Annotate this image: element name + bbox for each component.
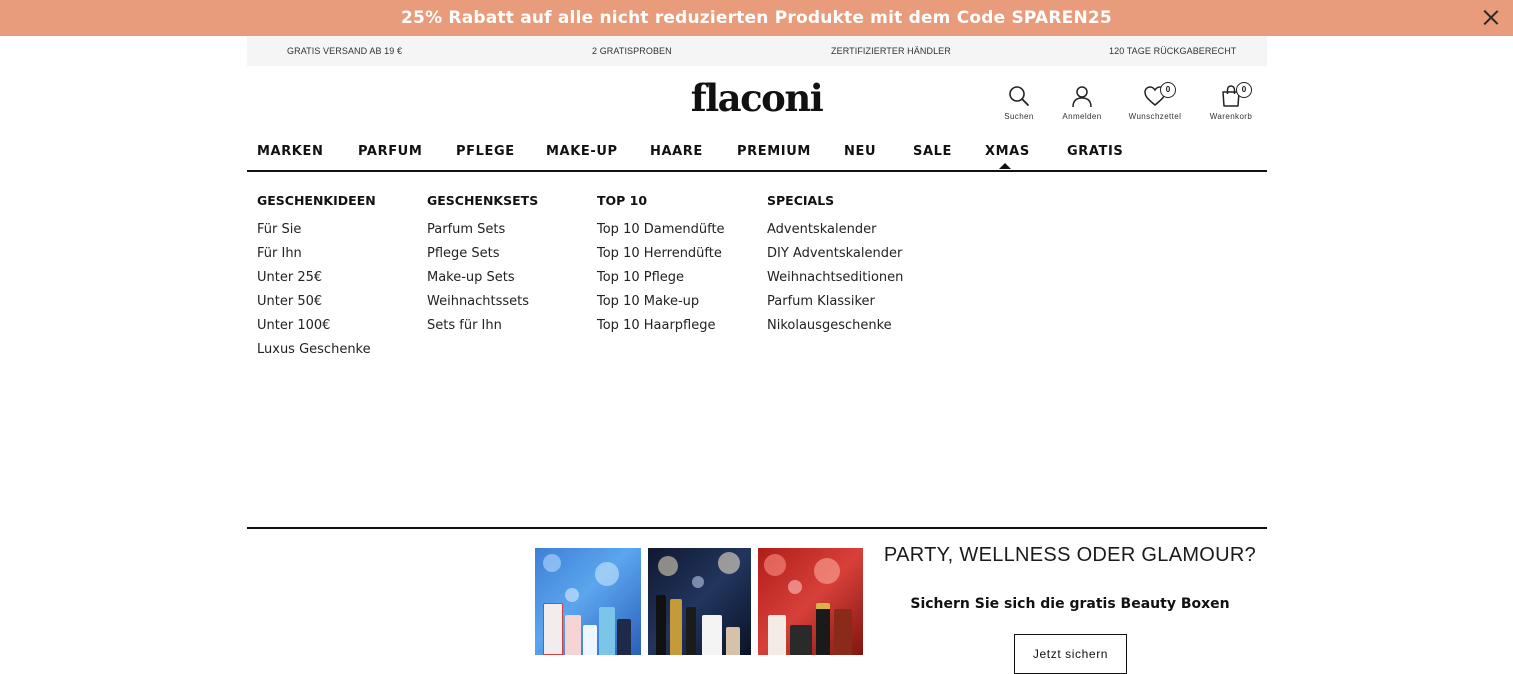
product-box	[834, 609, 852, 655]
product-bottle	[726, 627, 740, 655]
cart-count-badge: 0	[1236, 82, 1252, 98]
beauty-box-image-glamour[interactable]	[758, 548, 863, 655]
bokeh-light	[764, 554, 786, 576]
bokeh-light	[788, 580, 802, 594]
menu-link[interactable]: DIY Adventskalender	[767, 244, 903, 268]
wishlist-button[interactable]: 0 Wunschzettel	[1125, 82, 1185, 121]
nav-item-parfum[interactable]: PARFUM	[358, 144, 422, 159]
bokeh-light	[692, 576, 704, 588]
beauty-box-image-party[interactable]	[648, 548, 751, 655]
menu-link[interactable]: Top 10 Haarpflege	[597, 316, 725, 340]
cart-label: Warenkorb	[1209, 112, 1253, 121]
menu-link[interactable]: Parfum Klassiker	[767, 292, 903, 316]
beauty-box-image-wellness[interactable]	[535, 548, 641, 655]
bokeh-light	[543, 554, 561, 572]
search-button[interactable]: Suchen	[989, 84, 1049, 121]
menu-link[interactable]: Unter 25€	[257, 268, 376, 292]
bokeh-light	[565, 588, 579, 602]
menu-bottom-divider	[247, 527, 1267, 529]
bokeh-light	[718, 552, 740, 574]
teaser-subtitle: Sichern Sie sich die gratis Beauty Boxen	[910, 596, 1230, 612]
usp-bar: GRATIS VERSAND AB 19 € 2 GRATISPROBEN ZE…	[247, 36, 1267, 66]
nav-item-xmas[interactable]: XMAS	[985, 144, 1030, 159]
cart-button[interactable]: 0 Warenkorb	[1201, 82, 1261, 121]
nav-item-pflege[interactable]: PFLEGE	[456, 144, 515, 159]
menu-column-top-10: TOP 10 Top 10 Damendüfte Top 10 Herrendü…	[597, 193, 725, 340]
menu-link[interactable]: Weihnachtseditionen	[767, 268, 903, 292]
menu-link[interactable]: Unter 50€	[257, 292, 376, 316]
menu-link[interactable]: Adventskalender	[767, 220, 903, 244]
menu-link[interactable]: Top 10 Pflege	[597, 268, 725, 292]
menu-link[interactable]: Für Sie	[257, 220, 376, 244]
menu-link[interactable]: Nikolausgeschenke	[767, 316, 903, 340]
menu-link[interactable]: Parfum Sets	[427, 220, 538, 244]
close-icon[interactable]	[1483, 9, 1499, 25]
product-bottle	[565, 615, 581, 655]
menu-link[interactable]: Für Ihn	[257, 244, 376, 268]
menu-heading[interactable]: SPECIALS	[767, 193, 903, 220]
nav-item-neu[interactable]: NEU	[844, 144, 876, 159]
product-tube	[543, 603, 563, 655]
promo-banner: 25% Rabatt auf alle nicht reduzierten Pr…	[0, 0, 1513, 36]
search-label: Suchen	[1004, 112, 1034, 121]
wishlist-count-badge: 0	[1160, 82, 1176, 98]
active-nav-indicator	[999, 163, 1011, 169]
menu-link[interactable]: Sets für Ihn	[427, 316, 538, 340]
product-mascara	[656, 595, 666, 655]
product-perfume	[790, 625, 812, 655]
menu-link[interactable]: Top 10 Damendüfte	[597, 220, 725, 244]
product-mascara	[670, 599, 682, 655]
product-tube	[702, 615, 722, 655]
nav-item-make-up[interactable]: MAKE-UP	[546, 144, 618, 159]
wishlist-label: Wunschzettel	[1128, 112, 1182, 121]
menu-heading[interactable]: GESCHENKIDEEN	[257, 193, 376, 220]
bokeh-light	[595, 562, 619, 586]
menu-link[interactable]: Top 10 Herrendüfte	[597, 244, 725, 268]
bokeh-light	[658, 556, 678, 576]
nav-item-haare[interactable]: HAARE	[650, 144, 703, 159]
bokeh-light	[814, 558, 840, 584]
nav-item-gratis[interactable]: GRATIS	[1067, 144, 1123, 159]
product-lipstick	[816, 603, 830, 655]
nav-item-premium[interactable]: PREMIUM	[737, 144, 811, 159]
promo-text: 25% Rabatt auf alle nicht reduzierten Pr…	[401, 8, 1112, 28]
teaser-title: PARTY, WELLNESS ODER GLAMOUR?	[883, 544, 1257, 566]
menu-link[interactable]: Top 10 Make-up	[597, 292, 725, 316]
usp-item-free-samples: 2 GRATISPROBEN	[592, 46, 672, 56]
user-icon	[1072, 86, 1092, 108]
menu-link[interactable]: Pflege Sets	[427, 244, 538, 268]
product-bottle	[599, 607, 615, 655]
menu-column-specials: SPECIALS Adventskalender DIY Adventskale…	[767, 193, 903, 340]
menu-link[interactable]: Unter 100€	[257, 316, 376, 340]
login-label: Anmelden	[1062, 112, 1102, 121]
product-tube	[768, 615, 786, 655]
product-liner	[686, 607, 696, 655]
nav-item-marken[interactable]: MARKEN	[257, 144, 323, 159]
menu-heading[interactable]: TOP 10	[597, 193, 725, 220]
login-button[interactable]: Anmelden	[1052, 84, 1112, 121]
product-bottle	[583, 625, 597, 655]
main-nav: MARKEN PARFUM PFLEGE MAKE-UP HAARE PREMI…	[247, 138, 1267, 172]
search-icon	[1009, 86, 1029, 106]
menu-link[interactable]: Luxus Geschenke	[257, 340, 376, 364]
menu-column-geschenksets: GESCHENKSETS Parfum Sets Pflege Sets Mak…	[427, 193, 538, 340]
usp-item-returns: 120 TAGE RÜCKGABERECHT	[1109, 46, 1237, 56]
menu-link[interactable]: Make-up Sets	[427, 268, 538, 292]
menu-heading[interactable]: GESCHENKSETS	[427, 193, 538, 220]
product-serum	[617, 619, 631, 655]
nav-item-sale[interactable]: SALE	[913, 144, 952, 159]
usp-item-certified: ZERTIFIZIERTER HÄNDLER	[831, 46, 951, 56]
secure-now-button[interactable]: Jetzt sichern	[1014, 634, 1127, 674]
usp-item-free-shipping: GRATIS VERSAND AB 19 €	[287, 46, 403, 56]
menu-link[interactable]: Weihnachtssets	[427, 292, 538, 316]
menu-column-geschenkideen: GESCHENKIDEEN Für Sie Für Ihn Unter 25€ …	[257, 193, 376, 364]
logo[interactable]: flaconi	[0, 76, 1513, 120]
